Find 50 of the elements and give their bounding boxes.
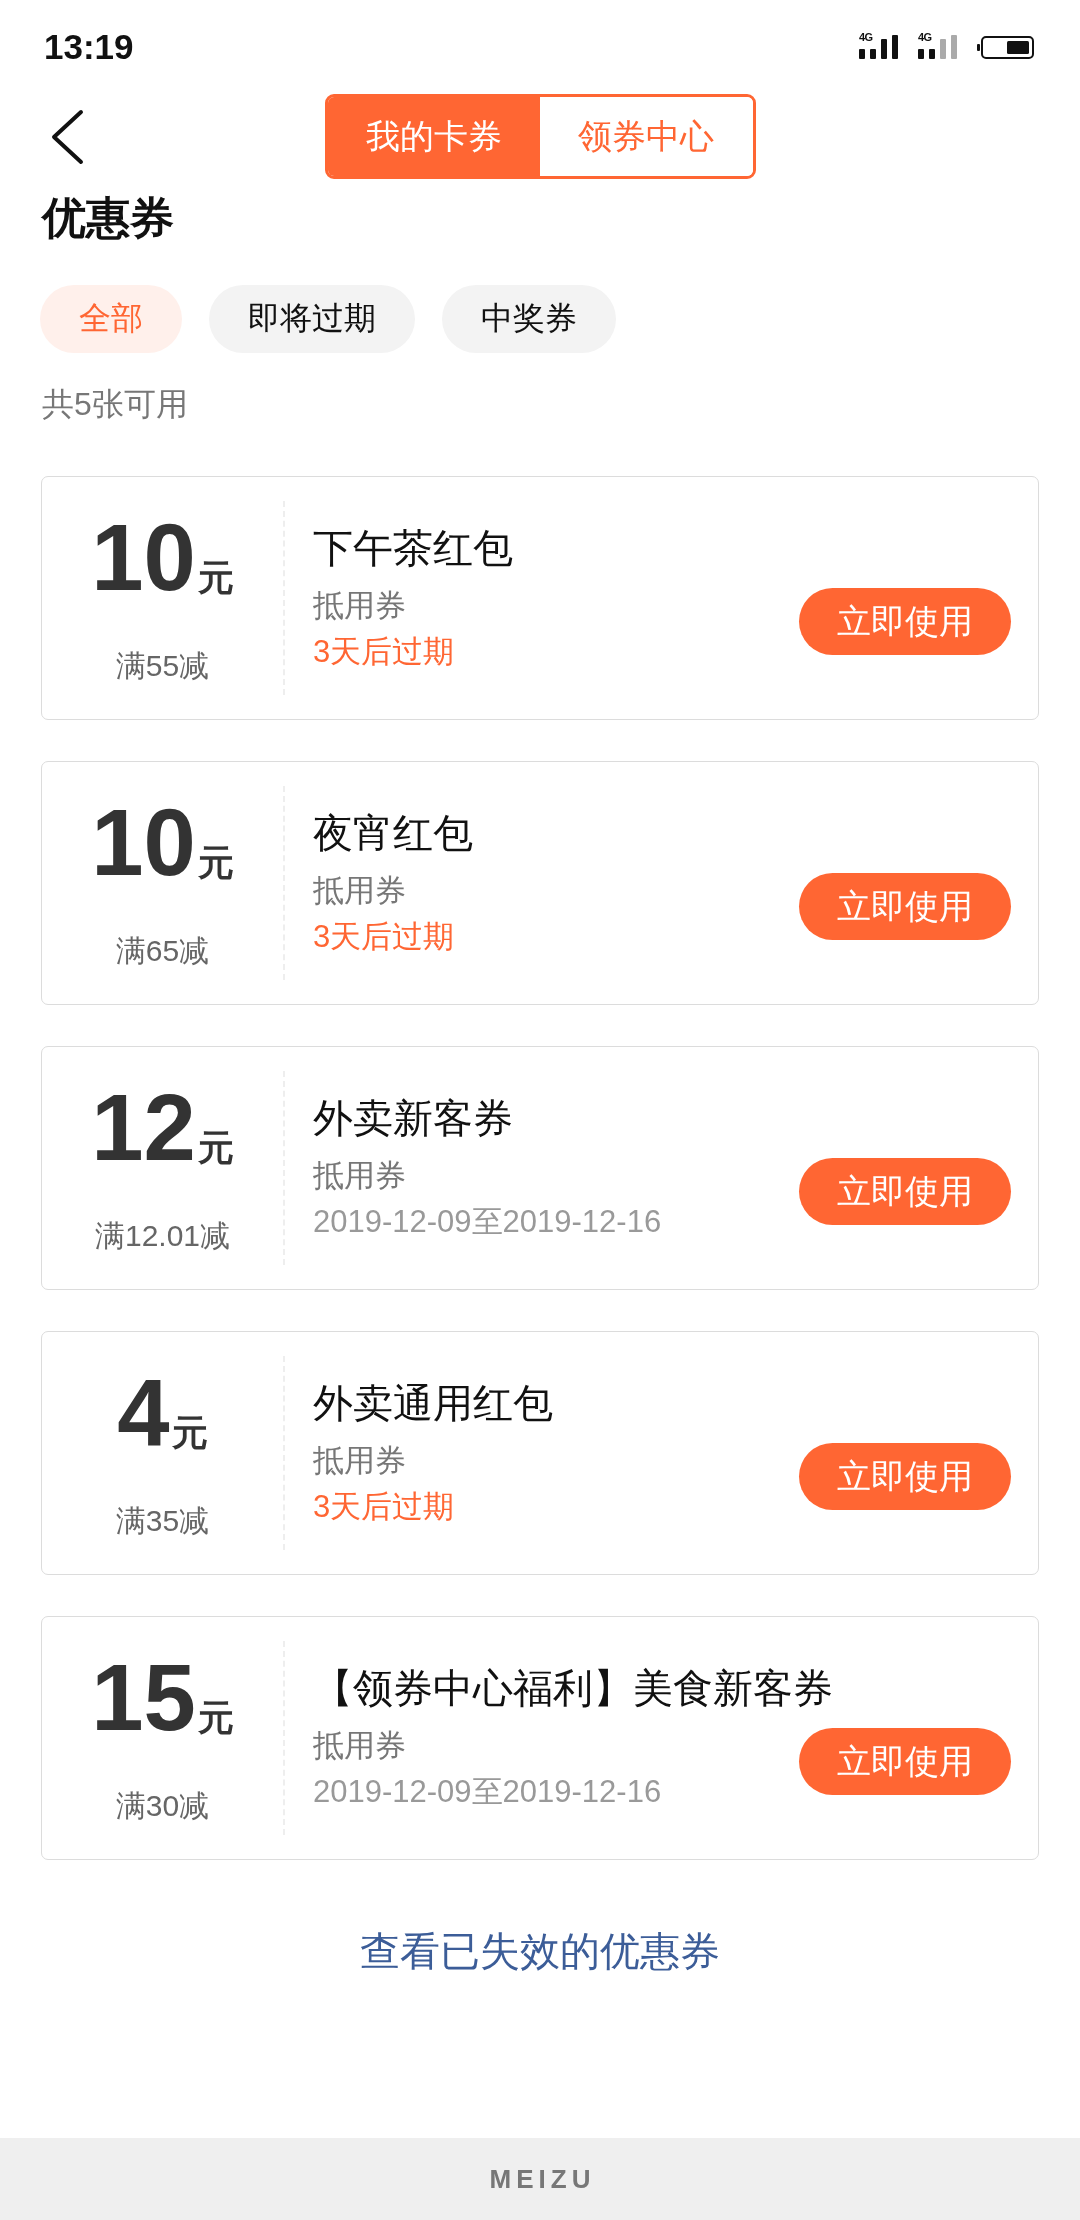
coupon-title: 夜宵红包 <box>313 810 473 857</box>
coupon-condition: 满55减 <box>115 648 210 684</box>
coupon-condition: 满12.01减 <box>94 1218 231 1254</box>
expired-coupons-link[interactable]: 查看已失效的优惠券 <box>360 1923 720 1979</box>
coupon-type: 抵用券 <box>313 587 406 625</box>
tab[interactable]: 我的卡券 <box>327 97 540 176</box>
coupon-title: 【领券中心福利】美食新客券 <box>313 1665 833 1712</box>
coupon-type: 抵用券 <box>313 872 406 910</box>
coupon-condition: 满30减 <box>115 1788 210 1824</box>
currency-unit: 元 <box>197 1128 234 1168</box>
network-type-label: 4G <box>918 32 932 43</box>
coupon-type: 抵用券 <box>313 1727 406 1765</box>
coupon-validity: 3天后过期 <box>313 633 455 671</box>
coupon-amount: 10 <box>91 511 196 605</box>
available-count: 共5张可用 <box>42 385 188 424</box>
filter-chip[interactable]: 中奖券 <box>442 285 616 353</box>
coupon-validity: 2019-12-09至2019-12-16 <box>313 1773 662 1811</box>
coupon-validity: 2019-12-09至2019-12-16 <box>313 1203 662 1241</box>
coupon-validity: 3天后过期 <box>313 1488 455 1526</box>
status-time: 13:19 <box>44 27 134 67</box>
coupon-type: 抵用券 <box>313 1157 406 1195</box>
currency-unit: 元 <box>197 1698 234 1738</box>
signal-icon <box>859 35 898 59</box>
coupon-amount: 15 <box>91 1651 196 1745</box>
use-now-button[interactable]: 立即使用 <box>799 873 1011 940</box>
filter-chip[interactable]: 即将过期 <box>209 285 415 353</box>
currency-unit: 元 <box>197 558 234 598</box>
use-now-button[interactable]: 立即使用 <box>799 1158 1011 1225</box>
page-title: 优惠券 <box>42 192 174 244</box>
coupon-title: 外卖新客券 <box>313 1095 513 1142</box>
filter-chip[interactable]: 全部 <box>40 285 182 353</box>
coupon-type: 抵用券 <box>313 1442 406 1480</box>
signal-icon <box>918 35 957 59</box>
battery-icon <box>977 36 1034 59</box>
coupon-amount: 10 <box>91 796 196 890</box>
currency-unit: 元 <box>171 1413 208 1453</box>
coupon-amount: 12 <box>91 1081 196 1175</box>
use-now-button[interactable]: 立即使用 <box>799 588 1011 655</box>
coupon-condition: 满35减 <box>115 1503 210 1539</box>
coupon-title: 外卖通用红包 <box>313 1380 553 1427</box>
coupon-validity: 3天后过期 <box>313 918 455 956</box>
coupon-condition: 满65减 <box>115 933 210 969</box>
use-now-button[interactable]: 立即使用 <box>799 1728 1011 1795</box>
coupon-title: 下午茶红包 <box>313 525 513 572</box>
use-now-button[interactable]: 立即使用 <box>799 1443 1011 1510</box>
network-type-label: 4G <box>859 32 873 43</box>
back-icon[interactable] <box>50 108 84 165</box>
currency-unit: 元 <box>197 843 234 883</box>
brand-logo: MEIZU <box>488 2164 596 2194</box>
coupon-amount: 4 <box>117 1366 170 1460</box>
